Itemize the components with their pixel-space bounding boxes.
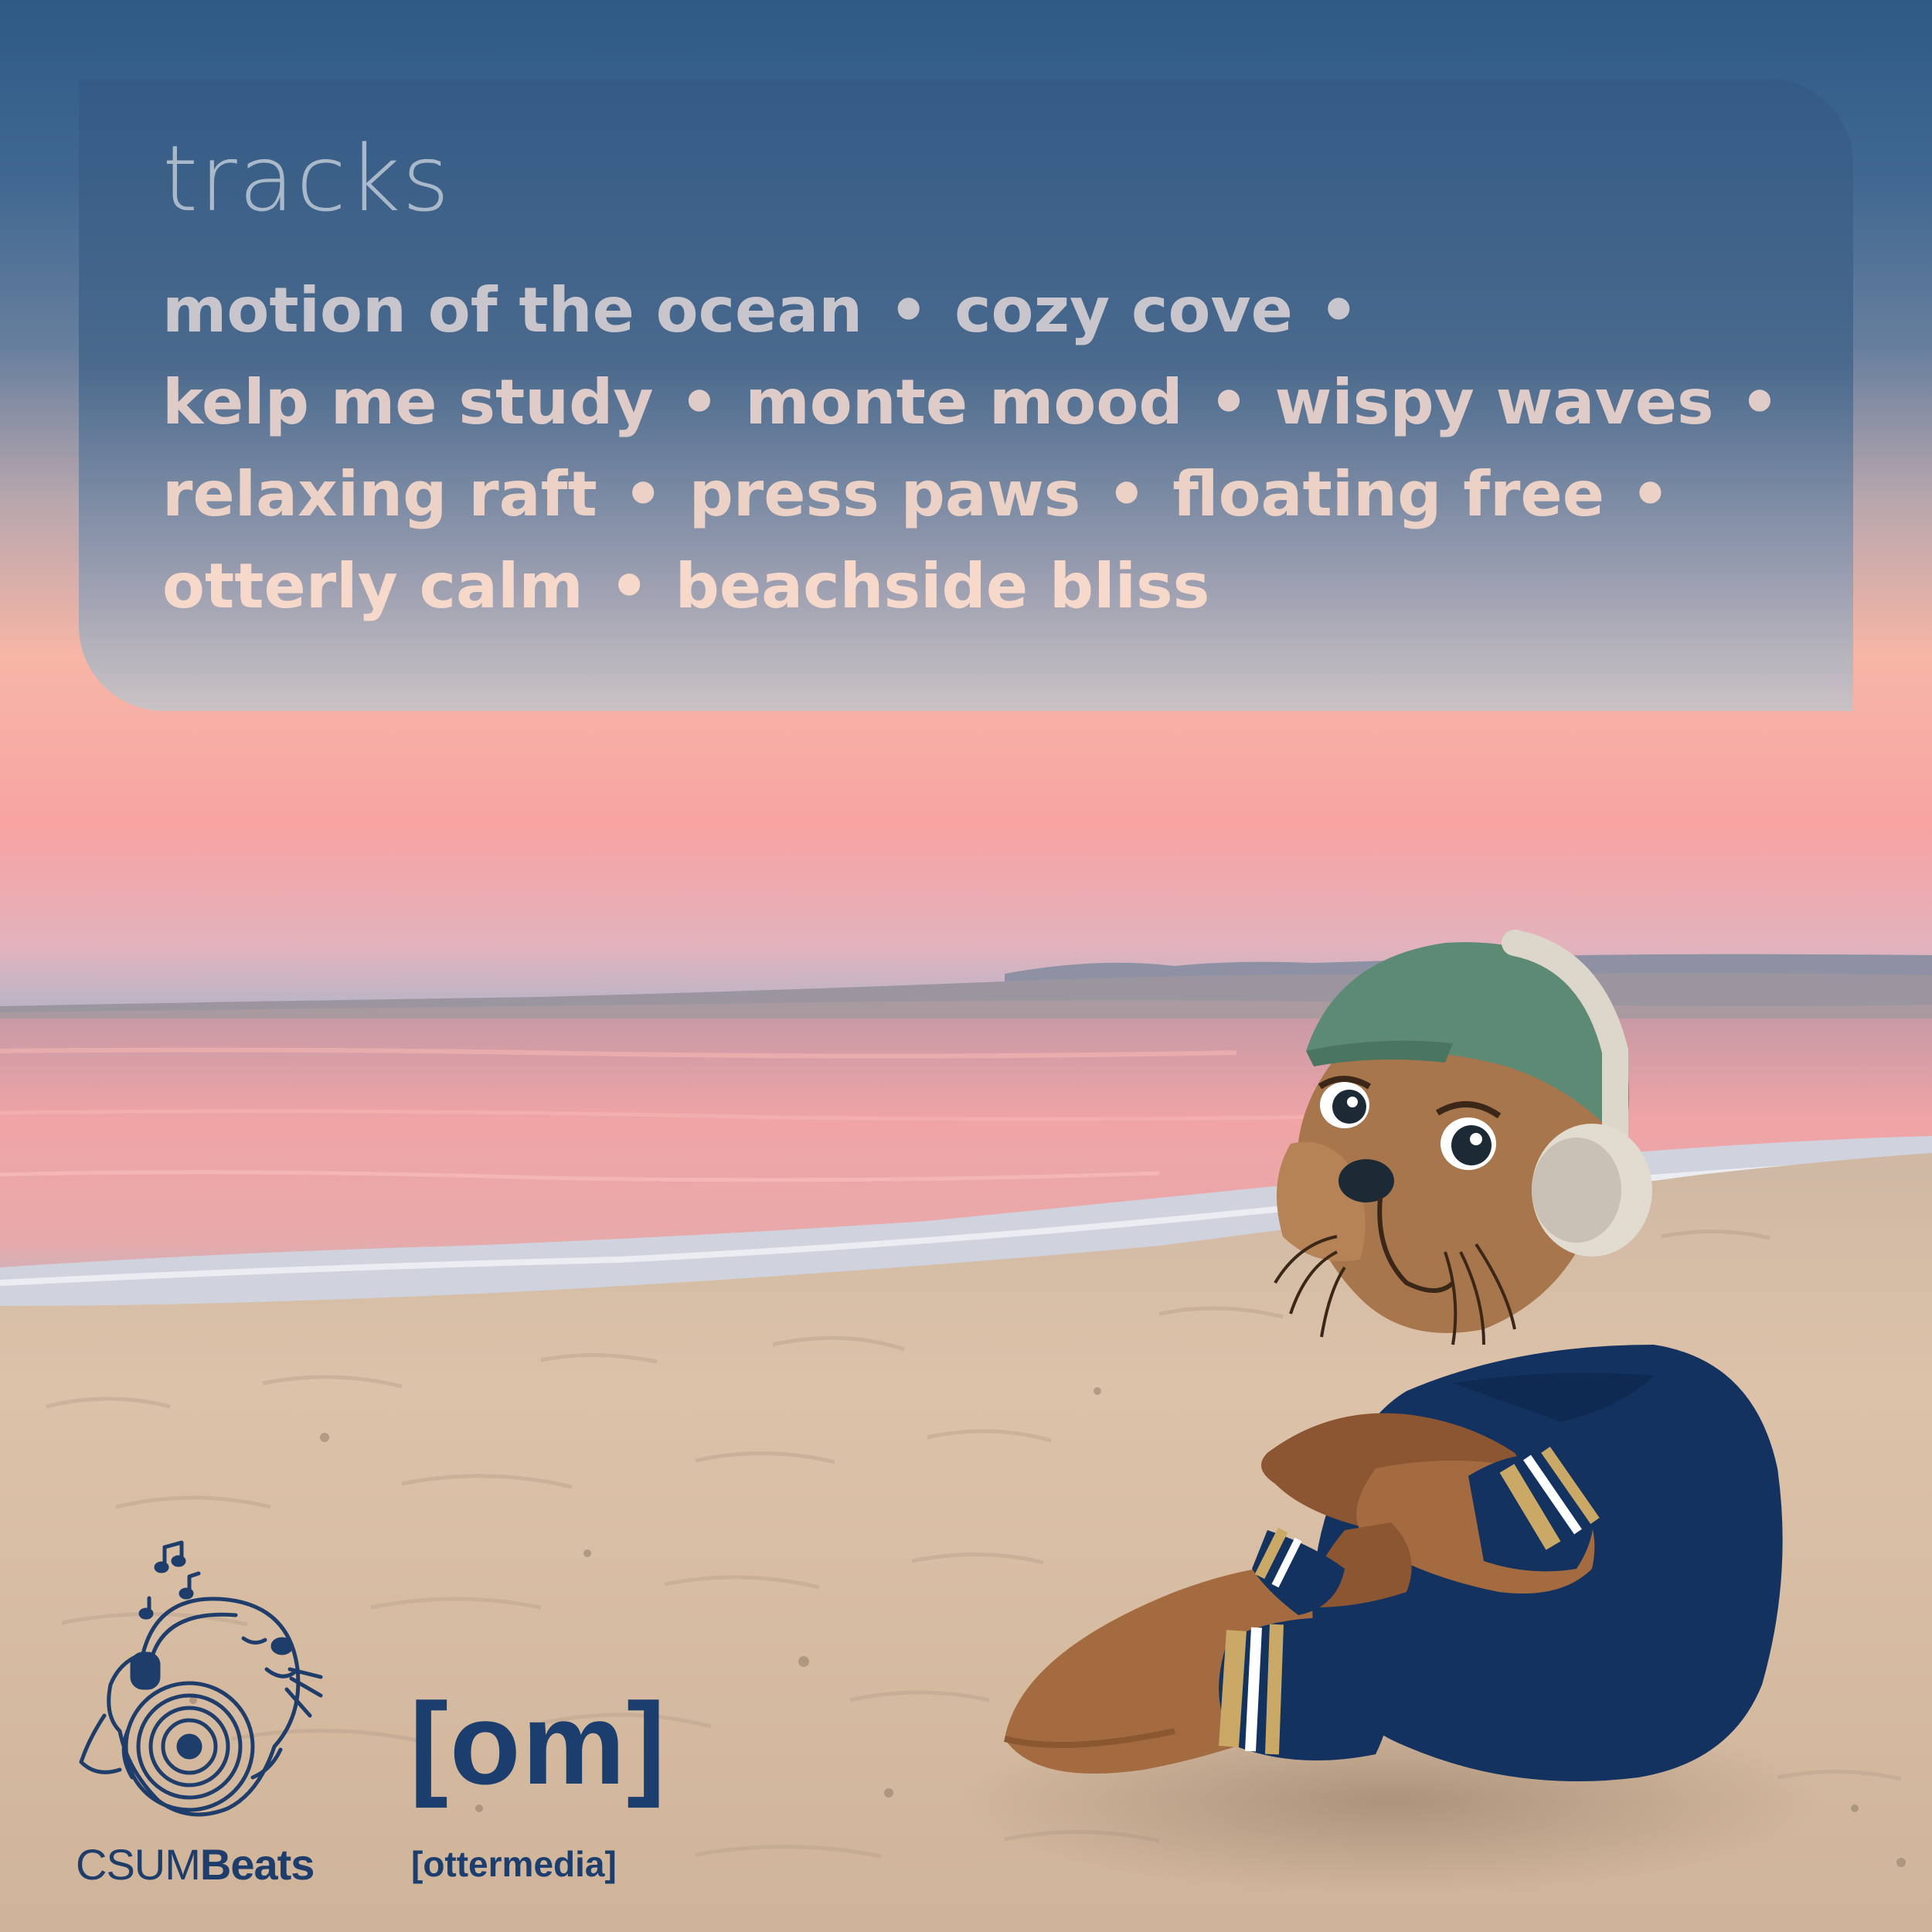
- track-separator: •: [679, 366, 719, 438]
- track-item: wispy waves: [1274, 366, 1714, 438]
- track-separator: •: [1740, 366, 1780, 438]
- track-item: otterly calm: [162, 550, 583, 622]
- track-list: motion of the ocean • cozy cove • kelp m…: [162, 264, 1824, 632]
- csum-beats-wordmark: CSUMBeats: [76, 1839, 315, 1889]
- track-item: relaxing raft: [162, 458, 597, 530]
- track-separator: •: [609, 550, 649, 622]
- track-item: motion of the ocean: [162, 274, 863, 346]
- track-separator: •: [623, 458, 663, 530]
- csum-wordmark-light: CSUM: [76, 1840, 201, 1889]
- track-separator: •: [1209, 366, 1249, 438]
- om-logo: [om]: [410, 1679, 667, 1808]
- track-item: beachside bliss: [675, 550, 1210, 622]
- track-separator: •: [889, 274, 929, 346]
- track-separator: •: [1107, 458, 1147, 530]
- track-item: press paws: [689, 458, 1081, 530]
- track-item: floating free: [1172, 458, 1605, 530]
- track-separator: •: [1630, 458, 1671, 530]
- tracks-panel: tracks motion of the ocean • cozy cove •…: [79, 79, 1853, 711]
- ottermedia-caption: [ottermedia]: [411, 1844, 617, 1884]
- otter-mascot-icon: [1004, 930, 1783, 1781]
- csum-beats-logo-icon: [79, 1540, 323, 1817]
- csum-wordmark-bold: Beats: [199, 1840, 315, 1889]
- track-item: monte mood: [745, 366, 1183, 438]
- track-separator: •: [1318, 274, 1359, 346]
- track-item: kelp me study: [162, 366, 654, 438]
- tracks-heading: tracks: [162, 125, 451, 232]
- track-item: cozy cove: [954, 274, 1293, 346]
